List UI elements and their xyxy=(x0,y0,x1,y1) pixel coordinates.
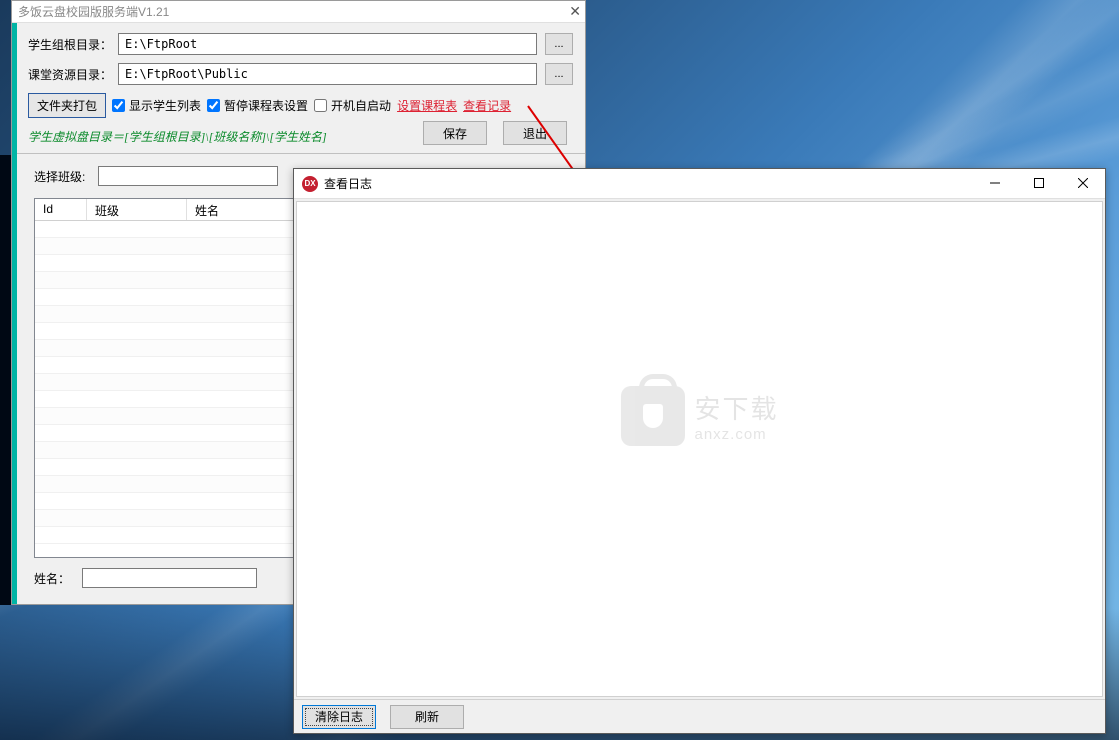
table-row[interactable] xyxy=(35,374,299,391)
watermark-bag-icon xyxy=(620,386,684,446)
save-button[interactable]: 保存 xyxy=(423,121,487,145)
table-row[interactable] xyxy=(35,238,299,255)
autostart-label: 开机自启动 xyxy=(331,97,391,114)
autostart-checkbox[interactable] xyxy=(314,99,327,112)
table-row[interactable] xyxy=(35,357,299,374)
watermark-cn: 安下载 xyxy=(694,389,778,426)
log-content-area[interactable]: 安下载 anxz.com xyxy=(296,201,1103,697)
select-class-label: 选择班级: xyxy=(34,168,98,185)
config-section: 学生组根目录： ... 课堂资源目录： ... 文件夹打包 显示学生列表 暂停课… xyxy=(12,23,585,154)
table-row[interactable] xyxy=(35,391,299,408)
root-dir-label: 学生组根目录： xyxy=(28,36,118,53)
minimize-button[interactable] xyxy=(973,169,1017,197)
col-class: 班级 xyxy=(87,199,187,220)
set-schedule-link[interactable]: 设置课程表 xyxy=(397,97,457,114)
pause-schedule-label: 暂停课程表设置 xyxy=(224,97,308,114)
table-row[interactable] xyxy=(35,221,299,238)
main-close-button[interactable]: ✕ xyxy=(569,3,581,20)
bottom-name-input[interactable] xyxy=(82,568,257,588)
table-row[interactable] xyxy=(35,272,299,289)
root-dir-browse-button[interactable]: ... xyxy=(545,33,573,55)
folder-pack-button[interactable]: 文件夹打包 xyxy=(28,93,106,118)
exit-button[interactable]: 退出 xyxy=(503,121,567,145)
resource-dir-label: 课堂资源目录： xyxy=(28,66,118,83)
dx-icon: DX xyxy=(302,176,318,192)
table-row[interactable] xyxy=(35,476,299,493)
table-row[interactable] xyxy=(35,527,299,544)
table-row[interactable] xyxy=(35,289,299,306)
refresh-log-button[interactable]: 刷新 xyxy=(390,705,464,729)
show-student-list-label: 显示学生列表 xyxy=(129,97,201,114)
col-name: 姓名 xyxy=(187,199,299,220)
root-dir-input[interactable] xyxy=(118,33,537,55)
table-header: Id 班级 姓名 xyxy=(35,199,299,221)
main-titlebar: 多饭云盘校园版服务端V1.21 ✕ xyxy=(12,1,585,23)
watermark-en: anxz.com xyxy=(694,426,778,443)
bottom-name-label: 姓名： xyxy=(34,570,82,587)
select-class-input[interactable] xyxy=(98,166,278,186)
pause-schedule-checkbox[interactable] xyxy=(207,99,220,112)
log-title: 查看日志 xyxy=(324,175,372,192)
clear-log-button[interactable]: 清除日志 xyxy=(302,705,376,729)
resource-dir-browse-button[interactable]: ... xyxy=(545,63,573,85)
show-student-list-checkbox[interactable] xyxy=(112,99,125,112)
student-table[interactable]: Id 班级 姓名 xyxy=(34,198,300,558)
col-id: Id xyxy=(35,199,87,220)
table-row[interactable] xyxy=(35,493,299,510)
table-row[interactable] xyxy=(35,340,299,357)
table-row[interactable] xyxy=(35,442,299,459)
left-accent-bar xyxy=(12,23,17,604)
resource-dir-input[interactable] xyxy=(118,63,537,85)
table-body xyxy=(35,221,299,558)
table-row[interactable] xyxy=(35,255,299,272)
table-row[interactable] xyxy=(35,459,299,476)
log-footer: 清除日志 刷新 xyxy=(294,699,1105,733)
main-title: 多饭云盘校园版服务端V1.21 xyxy=(18,3,169,20)
watermark: 安下载 anxz.com xyxy=(620,386,778,446)
log-close-button[interactable] xyxy=(1061,169,1105,197)
log-titlebar[interactable]: DX 查看日志 xyxy=(294,169,1105,199)
log-viewer-window: DX 查看日志 安下载 anxz.com 清除日志 刷新 xyxy=(293,168,1106,734)
table-row[interactable] xyxy=(35,425,299,442)
view-log-link[interactable]: 查看记录 xyxy=(463,97,511,114)
table-row[interactable] xyxy=(35,323,299,340)
table-row[interactable] xyxy=(35,408,299,425)
table-row[interactable] xyxy=(35,306,299,323)
maximize-button[interactable] xyxy=(1017,169,1061,197)
table-row[interactable] xyxy=(35,510,299,527)
